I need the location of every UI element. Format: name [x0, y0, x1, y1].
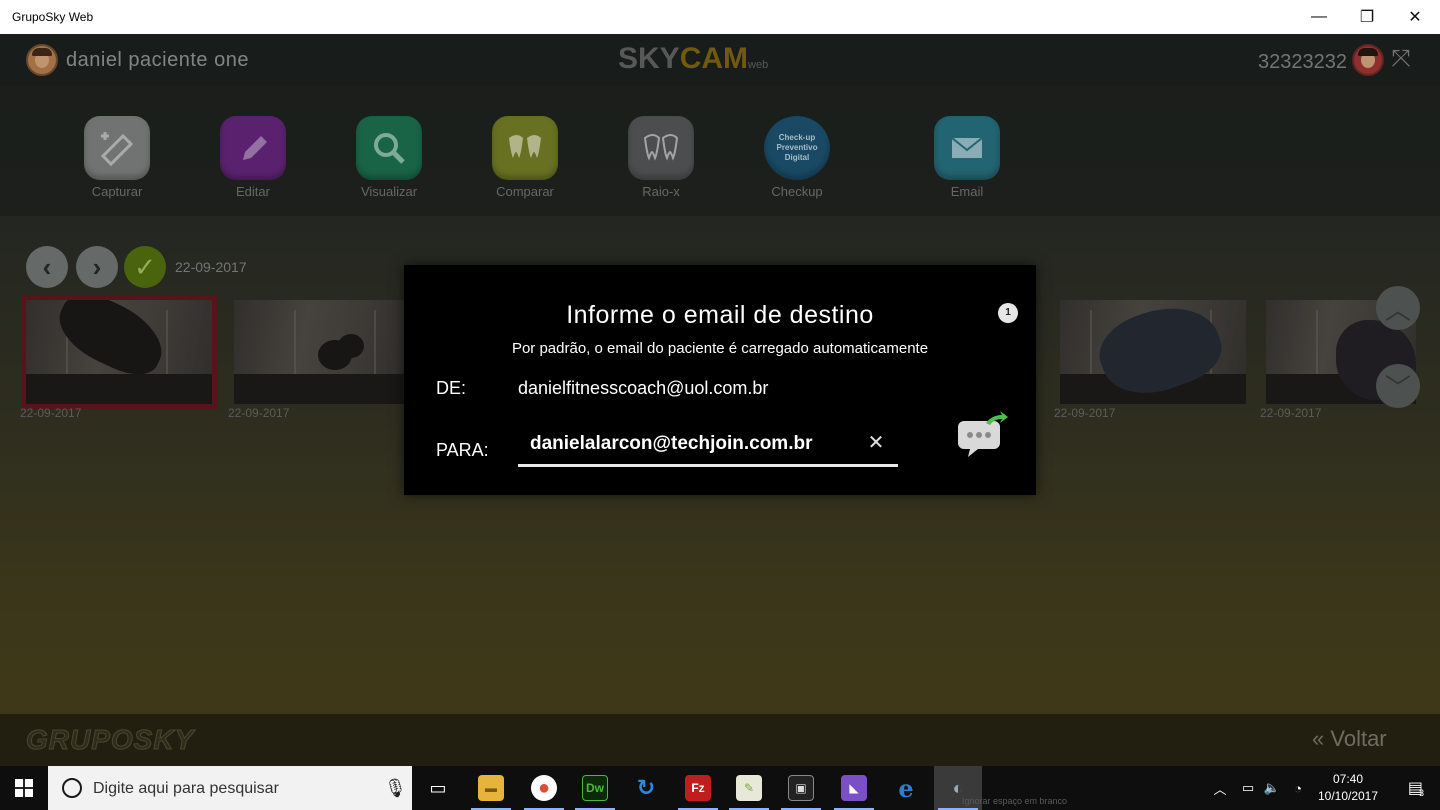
- volume-icon[interactable]: 🔈: [1260, 766, 1284, 810]
- notification-count: 3: [1419, 788, 1425, 798]
- restore-button[interactable]: ❐: [1342, 0, 1392, 34]
- edge-icon: e: [898, 773, 914, 803]
- taskbar-visual-studio[interactable]: ◣: [830, 766, 878, 810]
- windows-logo-icon: [15, 779, 33, 797]
- action-center-button[interactable]: ▤ 3: [1392, 766, 1440, 810]
- from-email: danielfitnesscoach@uol.com.br: [518, 378, 769, 398]
- taskbar-file-explorer[interactable]: ▬: [467, 766, 515, 810]
- taskbar-refresh-app[interactable]: ↻: [622, 766, 670, 810]
- to-label: PARA:: [436, 440, 489, 460]
- back-chevron-icon: «: [1312, 726, 1325, 751]
- dialog-subtitle: Por padrão, o email do paciente é carreg…: [511, 340, 929, 357]
- circular-arrow-icon: ↻: [636, 775, 656, 800]
- taskbar-terminal[interactable]: ▣: [777, 766, 825, 810]
- dreamweaver-icon: Dw: [582, 775, 608, 801]
- minimize-button[interactable]: —: [1294, 0, 1344, 34]
- send-chat-icon: [958, 411, 1008, 457]
- clock-time: 07:40: [1332, 772, 1364, 786]
- clock-date: 10/10/2017: [1317, 789, 1379, 803]
- start-button[interactable]: [0, 766, 48, 810]
- chevron-up-icon: ︿: [1213, 781, 1227, 797]
- taskbar-search[interactable]: Digite aqui para pesquisar 🎙: [48, 766, 412, 810]
- wifi-glyph: ◔: [1294, 780, 1302, 796]
- battery-glyph: ▭: [1241, 780, 1255, 795]
- search-placeholder: Digite aqui para pesquisar: [93, 780, 279, 797]
- show-hidden-icons-button[interactable]: ︿: [1208, 766, 1232, 810]
- email-destination-dialog: Informe o email de destino Por padrão, o…: [404, 265, 1036, 495]
- from-label: DE:: [436, 378, 467, 398]
- app-footer: GRUPOSKY « Voltar: [0, 714, 1440, 766]
- visual-studio-icon: ◣: [841, 775, 867, 801]
- window-title: GrupoSky Web: [12, 10, 94, 24]
- battery-icon[interactable]: ▭: [1236, 766, 1260, 810]
- to-email-input[interactable]: [518, 425, 898, 467]
- speaker-glyph: 🔈: [1263, 780, 1281, 795]
- background-window-text: Ignorar espaço em branco: [962, 796, 1068, 806]
- notepad-icon: ✎: [736, 775, 762, 801]
- task-view-button[interactable]: ▭: [414, 766, 462, 810]
- dialog-title: Informe o email de destino: [566, 301, 874, 329]
- windows-taskbar: Digite aqui para pesquisar 🎙 ▭ ▬ ● Dw ↻ …: [0, 766, 1440, 810]
- taskbar-notepad[interactable]: ✎: [725, 766, 773, 810]
- taskbar-chrome[interactable]: ●: [520, 766, 568, 810]
- terminal-icon: ▣: [788, 775, 814, 801]
- filezilla-icon: Fz: [685, 775, 711, 801]
- task-view-icon: ▭: [429, 777, 447, 798]
- taskbar-clock[interactable]: 07:40 10/10/2017: [1308, 771, 1388, 805]
- network-icon[interactable]: ◔: [1286, 766, 1310, 810]
- gruposky-footer-logo: GRUPOSKY: [25, 724, 195, 756]
- chrome-icon: ●: [531, 775, 557, 801]
- microphone-icon[interactable]: 🎙: [384, 778, 407, 799]
- info-badge[interactable]: 1: [998, 303, 1018, 323]
- cortana-icon: [62, 778, 82, 798]
- taskbar-edge[interactable]: e: [882, 766, 930, 810]
- taskbar-dreamweaver[interactable]: Dw: [571, 766, 619, 810]
- close-window-button[interactable]: ✕: [1390, 0, 1440, 34]
- taskbar-filezilla[interactable]: Fz: [674, 766, 722, 810]
- window-titlebar: GrupoSky Web — ❐ ✕: [0, 0, 1440, 34]
- send-email-button[interactable]: [956, 411, 1008, 459]
- folder-icon: ▬: [478, 775, 504, 801]
- voltar-button[interactable]: « Voltar: [1312, 726, 1387, 752]
- clear-input-icon[interactable]: ✕: [864, 431, 888, 455]
- voltar-label: Voltar: [1330, 726, 1387, 751]
